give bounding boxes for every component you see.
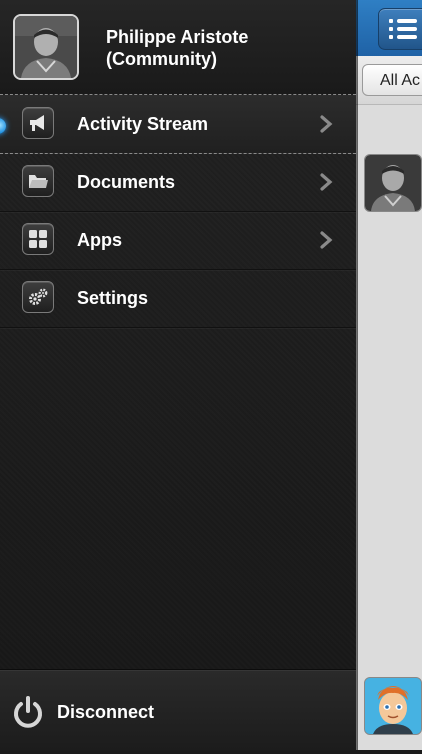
menu-item-activity-stream[interactable]: Activity Stream: [0, 94, 356, 154]
profile-name: Philippe Aristote (Community): [106, 27, 249, 69]
profile-header[interactable]: Philippe Aristote (Community): [0, 0, 356, 94]
menu-item-label: Apps: [77, 230, 122, 250]
feed-avatar[interactable]: [364, 154, 422, 212]
menu-item-label: Documents: [77, 172, 176, 192]
menu-item-label: Settings: [77, 288, 149, 308]
folder-icon: [22, 165, 54, 197]
menu-item-label: Activity Stream: [77, 114, 209, 134]
main-content: All Ac: [356, 0, 422, 750]
profile-avatar: [13, 14, 79, 80]
filter-bar: All Ac: [356, 56, 422, 105]
chevron-right-icon: [320, 115, 333, 133]
disconnect-label: Disconnect: [57, 702, 155, 722]
menu-item-apps[interactable]: Apps: [0, 211, 356, 270]
chevron-right-icon: [320, 231, 333, 249]
disconnect-button[interactable]: Disconnect: [0, 669, 356, 751]
power-icon: [14, 696, 42, 728]
menu-toggle-button[interactable]: [378, 8, 422, 50]
chevron-right-icon: [320, 173, 333, 191]
menu-item-documents[interactable]: Documents: [0, 153, 356, 212]
list-icon: [389, 19, 417, 39]
menu-item-settings[interactable]: Settings: [0, 269, 356, 328]
top-bar: [356, 0, 422, 57]
apps-grid-icon: [22, 223, 54, 255]
user-avatar[interactable]: [364, 677, 422, 735]
filter-all-button[interactable]: All Ac: [362, 64, 422, 96]
gears-icon: [22, 281, 54, 313]
megaphone-icon: [22, 107, 54, 139]
side-menu: Philippe Aristote (Community) Activity S…: [0, 0, 356, 751]
